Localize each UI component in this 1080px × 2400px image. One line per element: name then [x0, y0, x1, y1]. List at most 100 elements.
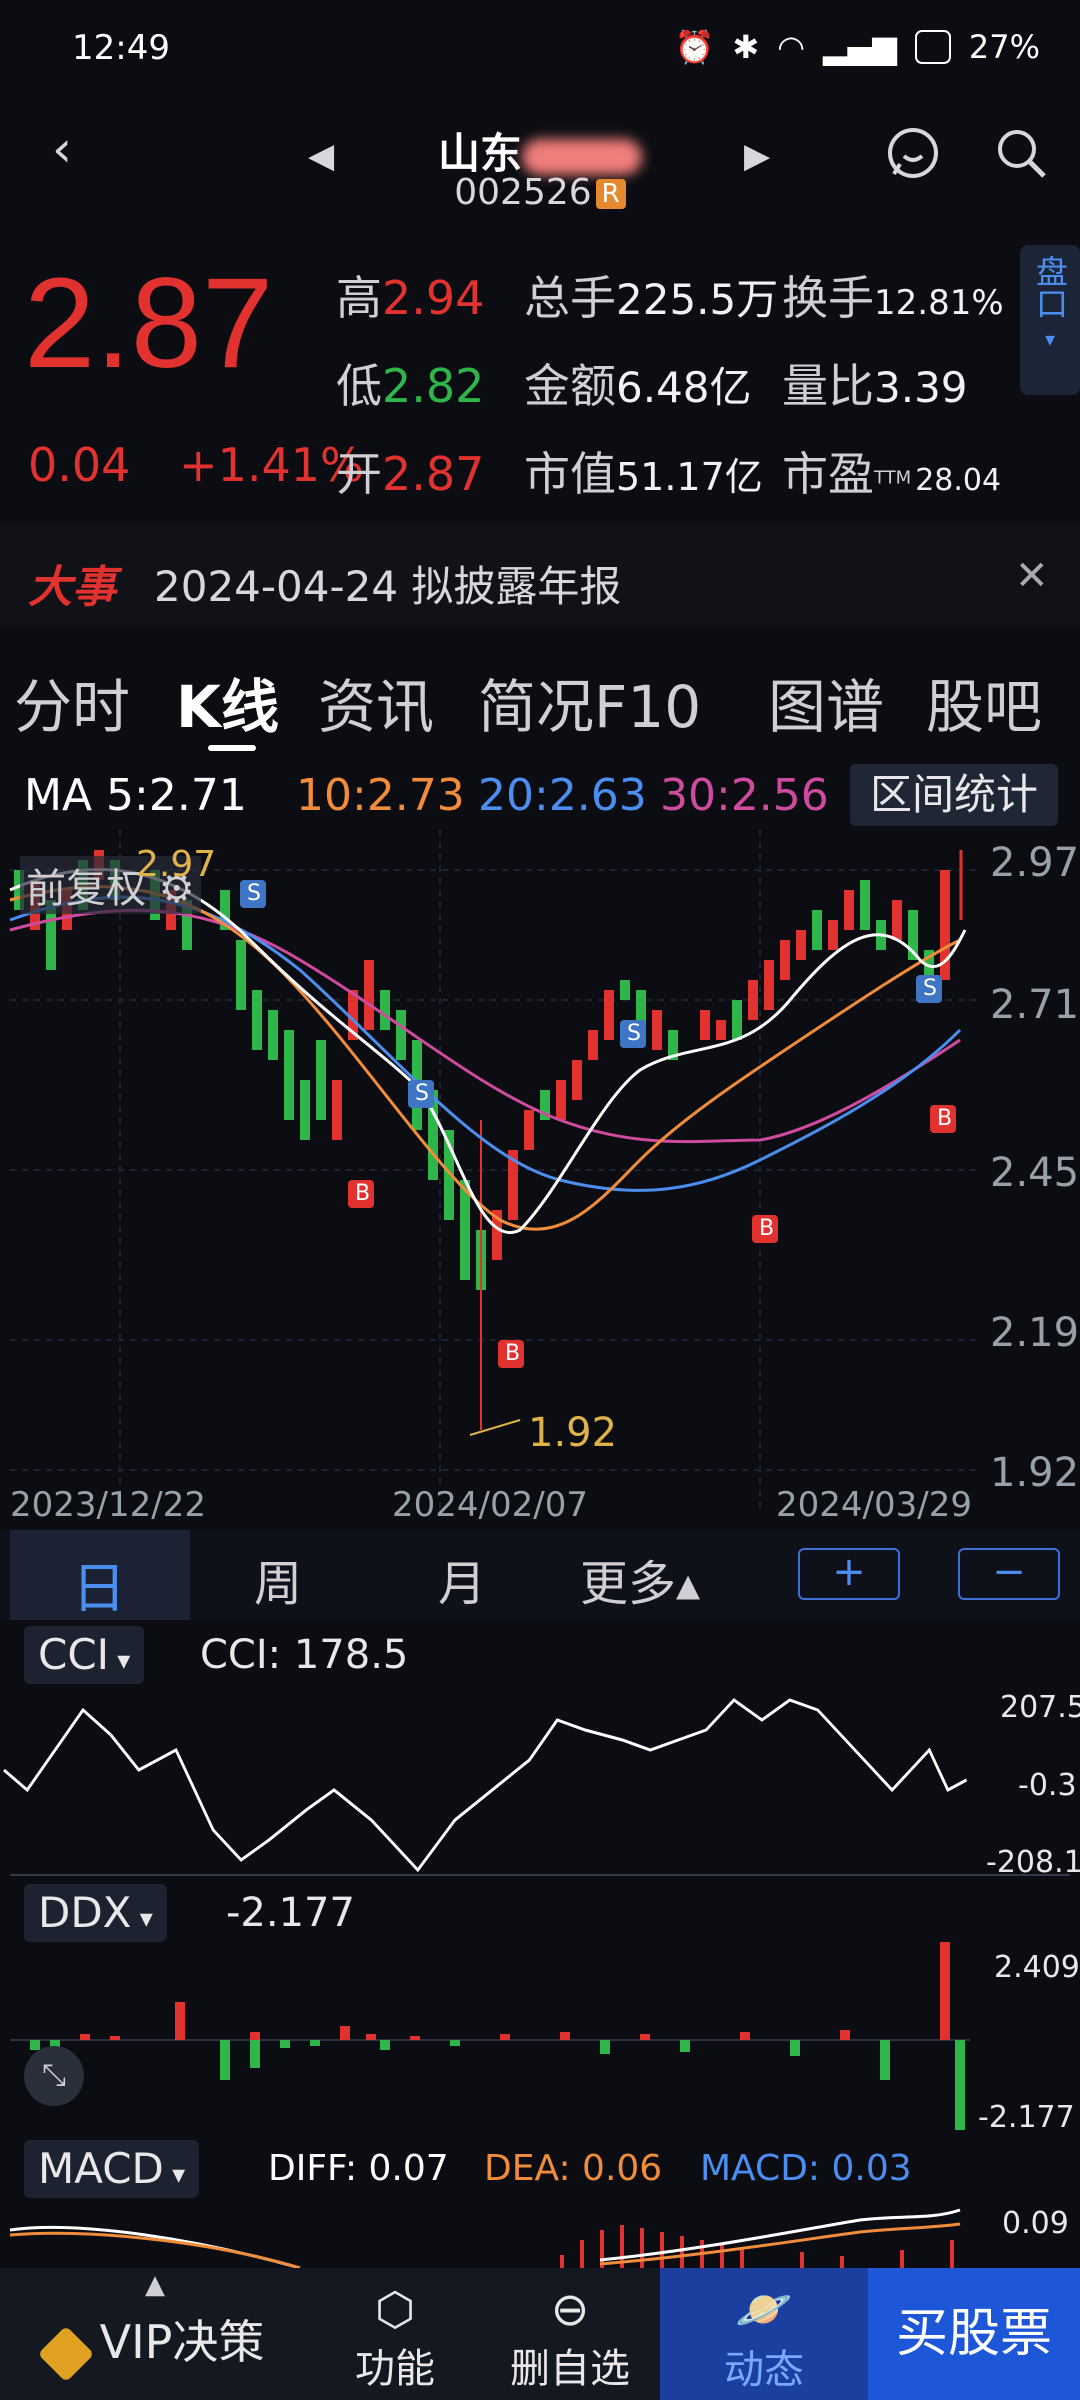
buy-signal-label: B	[759, 1216, 775, 1241]
rzrq-badge: R	[595, 179, 626, 209]
ddx-axis-top: 2.409	[994, 1950, 1080, 1985]
x-tick: 2024/03/29	[776, 1485, 972, 1525]
ddx-selector[interactable]: DDX ▾	[24, 1884, 167, 1942]
candle	[300, 1080, 310, 1140]
status-icons: ⏰ ✱ ◠ ▂▄▆ 27%	[674, 28, 1040, 66]
period-day[interactable]: 日	[72, 1544, 126, 1623]
candle	[524, 1110, 534, 1150]
status-time: 12:49	[72, 28, 170, 68]
candle	[716, 1020, 726, 1040]
period-week[interactable]: 周	[254, 1544, 302, 1614]
tab-fenshi[interactable]: 分时	[14, 660, 130, 744]
buy-stock-button[interactable]: 买股票	[868, 2268, 1080, 2400]
battery-level: 27%	[968, 28, 1040, 66]
bottom-nav: ▲ VIP决策 ⬡ 功能 ⊖ 删自选 🪐 动态 买股票	[0, 2268, 1080, 2400]
candle	[380, 990, 390, 1030]
candle	[748, 980, 758, 1020]
candle	[588, 1030, 598, 1060]
chevron-up-icon: ▲	[145, 2270, 165, 2300]
buy-signal-label: B	[355, 1181, 371, 1206]
zoom-in-button[interactable]: +	[798, 1548, 900, 1600]
amount-value: 6.48亿	[616, 363, 752, 412]
high-label: 高	[336, 271, 382, 325]
change-value: 0.04	[28, 438, 131, 492]
y-tick: 2.71	[990, 982, 1080, 1028]
vip-label: VIP决策	[99, 2315, 265, 2369]
remove-watchlist-label: 删自选	[510, 2346, 630, 2392]
search-icon[interactable]	[994, 126, 1048, 184]
tab-f10[interactable]: 简况F10	[478, 660, 701, 744]
volume-ratio-value: 3.39	[874, 363, 968, 412]
pe-label: 市盈	[782, 447, 874, 501]
tab-chart[interactable]: 图谱	[768, 660, 884, 744]
x-tick: 2024/02/07	[392, 1485, 588, 1525]
turnover-label: 换手	[782, 271, 874, 325]
kline-chart[interactable]: B B B B S S S S 前复权 ⚙ 2.97 1.92 2.97 2.7…	[0, 830, 1080, 1530]
buy-signal-label: B	[937, 1106, 953, 1131]
close-icon[interactable]: ✕	[1015, 553, 1049, 599]
function-button[interactable]: ⬡ 功能	[330, 2268, 460, 2400]
quote-market-cap: 市值51.17亿	[524, 438, 763, 504]
candle	[700, 1010, 710, 1040]
macd-diff: DIFF: 0.07	[268, 2148, 449, 2189]
market-cap-label: 市值	[524, 447, 616, 501]
chat-icon[interactable]	[886, 126, 940, 184]
macd-value: MACD: 0.03	[700, 2148, 912, 2189]
candle	[796, 930, 806, 960]
tab-news[interactable]: 资讯	[318, 660, 434, 744]
macd-chart	[9, 2208, 961, 2268]
fullscreen-icon[interactable]: ⤡	[24, 2046, 84, 2106]
remove-watchlist-button[interactable]: ⊖ 删自选	[500, 2268, 640, 2400]
macd-selector[interactable]: MACD ▾	[24, 2140, 200, 2198]
sell-signal-label: S	[247, 881, 261, 906]
zoom-out-button[interactable]: −	[958, 1548, 1060, 1600]
candle	[860, 880, 870, 930]
cci-axis-top: 207.5	[1000, 1690, 1080, 1725]
sell-signal-label: S	[627, 1021, 641, 1046]
candle	[556, 1080, 566, 1120]
bluetooth-icon: ✱	[732, 28, 760, 66]
current-price: 2.87	[24, 252, 274, 395]
event-banner[interactable]: 大事 2024-04-24 拟披露年报 ✕	[0, 525, 1080, 625]
stock-code-text: 002526	[454, 172, 592, 213]
candle	[236, 940, 246, 1010]
ma30-value: 30:2.56	[660, 770, 829, 821]
battery-icon	[914, 30, 951, 64]
ddx-value: -2.177	[226, 1890, 355, 1936]
dynamic-button[interactable]: 🪐 动态	[660, 2268, 868, 2400]
quote-row-1: 高2.94	[336, 262, 484, 328]
y-tick: 1.92	[990, 1450, 1080, 1496]
cci-chart	[3, 1698, 1070, 1876]
pankou-button[interactable]: 盘口 ▾	[1020, 245, 1080, 395]
event-text: 2024-04-24 拟披露年报	[154, 562, 622, 611]
ma10-value: 10:2.73	[296, 770, 465, 821]
x-tick: 2023/12/22	[10, 1485, 206, 1525]
vip-decision-button[interactable]: ▲ VIP决策	[0, 2268, 310, 2400]
market-cap-value: 51.17亿	[616, 455, 763, 499]
content-tabs: 分时 K线 资讯 简况F10 图谱 股吧	[0, 660, 1080, 750]
ddx-chart	[10, 1942, 970, 2130]
candles	[14, 850, 963, 1430]
chevron-down-icon: ▾	[131, 1904, 153, 1934]
tab-forum[interactable]: 股吧	[926, 660, 1042, 744]
candle	[364, 960, 374, 1030]
period-more[interactable]: 更多▴	[580, 1544, 700, 1614]
vip-diamond-icon	[37, 2325, 94, 2382]
next-stock-icon[interactable]: ▶	[744, 136, 770, 176]
ma20-value: 20:2.63	[478, 770, 647, 821]
turnover-value: 12.81%	[874, 283, 1004, 323]
candle	[652, 1010, 662, 1050]
y-tick: 2.19	[990, 1310, 1080, 1356]
buy-signal-label: B	[505, 1341, 521, 1366]
period-month[interactable]: 月	[438, 1544, 486, 1614]
tab-kline[interactable]: K线	[176, 660, 279, 744]
ddx-label: DDX	[38, 1888, 132, 1937]
period-low-label: 1.92	[528, 1410, 618, 1456]
price-change: 0.04 +1.41%	[28, 438, 364, 492]
quote-pe: 市盈TTM 28.04	[782, 438, 1001, 504]
pe-value: 28.04	[915, 463, 1002, 498]
range-stat-button[interactable]: 区间统计	[850, 764, 1058, 826]
period-selector: 日 周 月 更多▴ + −	[0, 1530, 1080, 1620]
candle	[844, 890, 854, 930]
signal-icon: ▂▄▆	[823, 28, 897, 66]
